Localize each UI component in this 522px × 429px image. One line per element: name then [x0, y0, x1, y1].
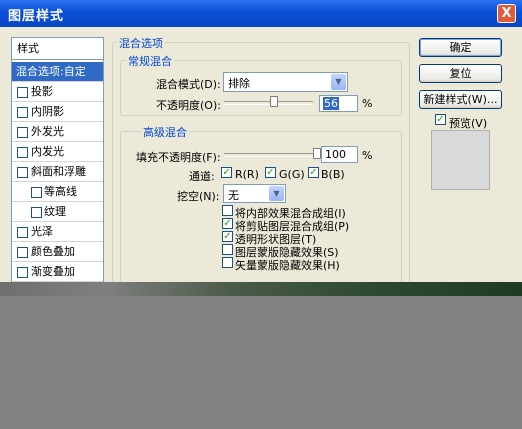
style-item-label: 投影 [31, 85, 53, 98]
checkbox[interactable] [31, 187, 42, 198]
chevron-down-icon: ▼ [269, 186, 284, 201]
opacity-slider-thumb[interactable] [269, 96, 278, 107]
layer-mask-hides-checkbox[interactable] [222, 244, 233, 255]
vector-mask-hides-label: 矢量蒙版隐藏效果(H) [235, 259, 340, 272]
advanced-blending-title: 高级混合 [141, 124, 189, 140]
style-item-blend-options[interactable]: 混合选项:自定 [12, 62, 103, 82]
new-style-button[interactable]: 新建样式(W)... [419, 90, 502, 109]
chevron-down-icon: ▼ [331, 74, 346, 90]
vector-mask-hides-checkbox[interactable] [222, 257, 233, 268]
reset-button[interactable]: 复位 [419, 64, 502, 83]
blend-mode-label: 混合模式(D): [156, 78, 221, 91]
checkbox[interactable] [17, 87, 28, 98]
blend-mode-value: 排除 [228, 77, 250, 90]
channel-g-label: G(G) [279, 168, 305, 181]
blend-options-title: 混合选项 [117, 35, 165, 51]
style-item-color-overlay[interactable]: 颜色叠加 [12, 242, 103, 262]
checkbox[interactable] [17, 147, 28, 158]
style-item-label: 渐变叠加 [31, 265, 75, 278]
fill-opacity-slider-track[interactable] [224, 153, 317, 157]
style-item-label: 混合选项:自定 [16, 65, 86, 78]
opacity-unit: % [362, 97, 373, 110]
style-list: 样式 混合选项:自定 投影 内阴影 外发光 内发光 斜面和浮雕 等高线 纹理 光… [11, 37, 104, 282]
style-item-drop-shadow[interactable]: 投影 [12, 82, 103, 102]
opacity-slider-track[interactable] [224, 101, 313, 105]
channel-b-checkbox[interactable]: ✓ [308, 167, 319, 178]
background-gradient-strip [0, 282, 522, 296]
checkbox[interactable] [17, 107, 28, 118]
checkbox[interactable] [17, 227, 28, 238]
fill-opacity-input[interactable]: 100 [321, 146, 358, 163]
style-item-satin[interactable]: 光泽 [12, 222, 103, 242]
style-preview-swatch [431, 130, 490, 190]
fill-opacity-unit: % [362, 149, 373, 162]
general-blending-title: 常规混合 [126, 53, 174, 69]
style-list-header-label: 样式 [17, 42, 39, 55]
layer-style-dialog: 图层样式 X 样式 混合选项:自定 投影 内阴影 外发光 内发光 斜面和浮雕 等… [0, 0, 522, 282]
style-item-label: 等高线 [44, 185, 77, 198]
style-item-outer-glow[interactable]: 外发光 [12, 122, 103, 142]
style-item-contour[interactable]: 等高线 [12, 182, 103, 202]
style-item-label: 斜面和浮雕 [31, 165, 86, 178]
fill-opacity-label: 填充不透明度(F): [136, 151, 221, 164]
style-item-bevel-emboss[interactable]: 斜面和浮雕 [12, 162, 103, 182]
channel-b-label: B(B) [321, 168, 345, 181]
checkbox[interactable] [17, 127, 28, 138]
knockout-value: 无 [228, 189, 239, 202]
knockout-select[interactable]: 无 ▼ [223, 184, 286, 203]
ok-button[interactable]: 确定 [419, 38, 502, 57]
channel-r-checkbox[interactable]: ✓ [221, 167, 232, 178]
fill-opacity-slider-thumb[interactable] [313, 148, 321, 159]
style-item-inner-glow[interactable]: 内发光 [12, 142, 103, 162]
blend-clipped-layers-checkbox[interactable]: ✓ [222, 218, 233, 229]
dialog-title: 图层样式 [8, 9, 65, 24]
style-item-label: 纹理 [44, 205, 66, 218]
channel-r-label: R(R) [235, 168, 259, 181]
checkbox[interactable] [31, 207, 42, 218]
style-item-label: 光泽 [31, 225, 53, 238]
style-item-inner-shadow[interactable]: 内阴影 [12, 102, 103, 122]
style-item-texture[interactable]: 纹理 [12, 202, 103, 222]
opacity-input-value: 56 [323, 97, 339, 110]
style-item-gradient-overlay[interactable]: 渐变叠加 [12, 262, 103, 282]
opacity-label: 不透明度(O): [156, 99, 221, 112]
title-bar[interactable]: 图层样式 X [0, 0, 522, 27]
blend-mode-select[interactable]: 排除 ▼ [223, 72, 348, 92]
style-item-label: 颜色叠加 [31, 245, 75, 258]
channels-label: 通道: [189, 170, 215, 183]
style-list-header: 样式 [12, 38, 103, 60]
opacity-input[interactable]: 56 [319, 95, 358, 112]
checkbox[interactable] [17, 167, 28, 178]
close-button[interactable]: X [497, 4, 516, 23]
style-item-label: 内阴影 [31, 105, 64, 118]
preview-checkbox[interactable]: ✓ [435, 114, 446, 125]
checkbox[interactable] [17, 267, 28, 278]
knockout-label: 挖空(N): [177, 190, 220, 203]
style-item-label: 内发光 [31, 145, 64, 158]
preview-label: 预览(V) [449, 117, 488, 130]
fill-opacity-input-value: 100 [325, 148, 346, 161]
checkbox[interactable] [17, 247, 28, 258]
channel-g-checkbox[interactable]: ✓ [265, 167, 276, 178]
style-item-label: 外发光 [31, 125, 64, 138]
blend-interior-effects-checkbox[interactable] [222, 205, 233, 216]
transparency-shapes-checkbox[interactable]: ✓ [222, 231, 233, 242]
